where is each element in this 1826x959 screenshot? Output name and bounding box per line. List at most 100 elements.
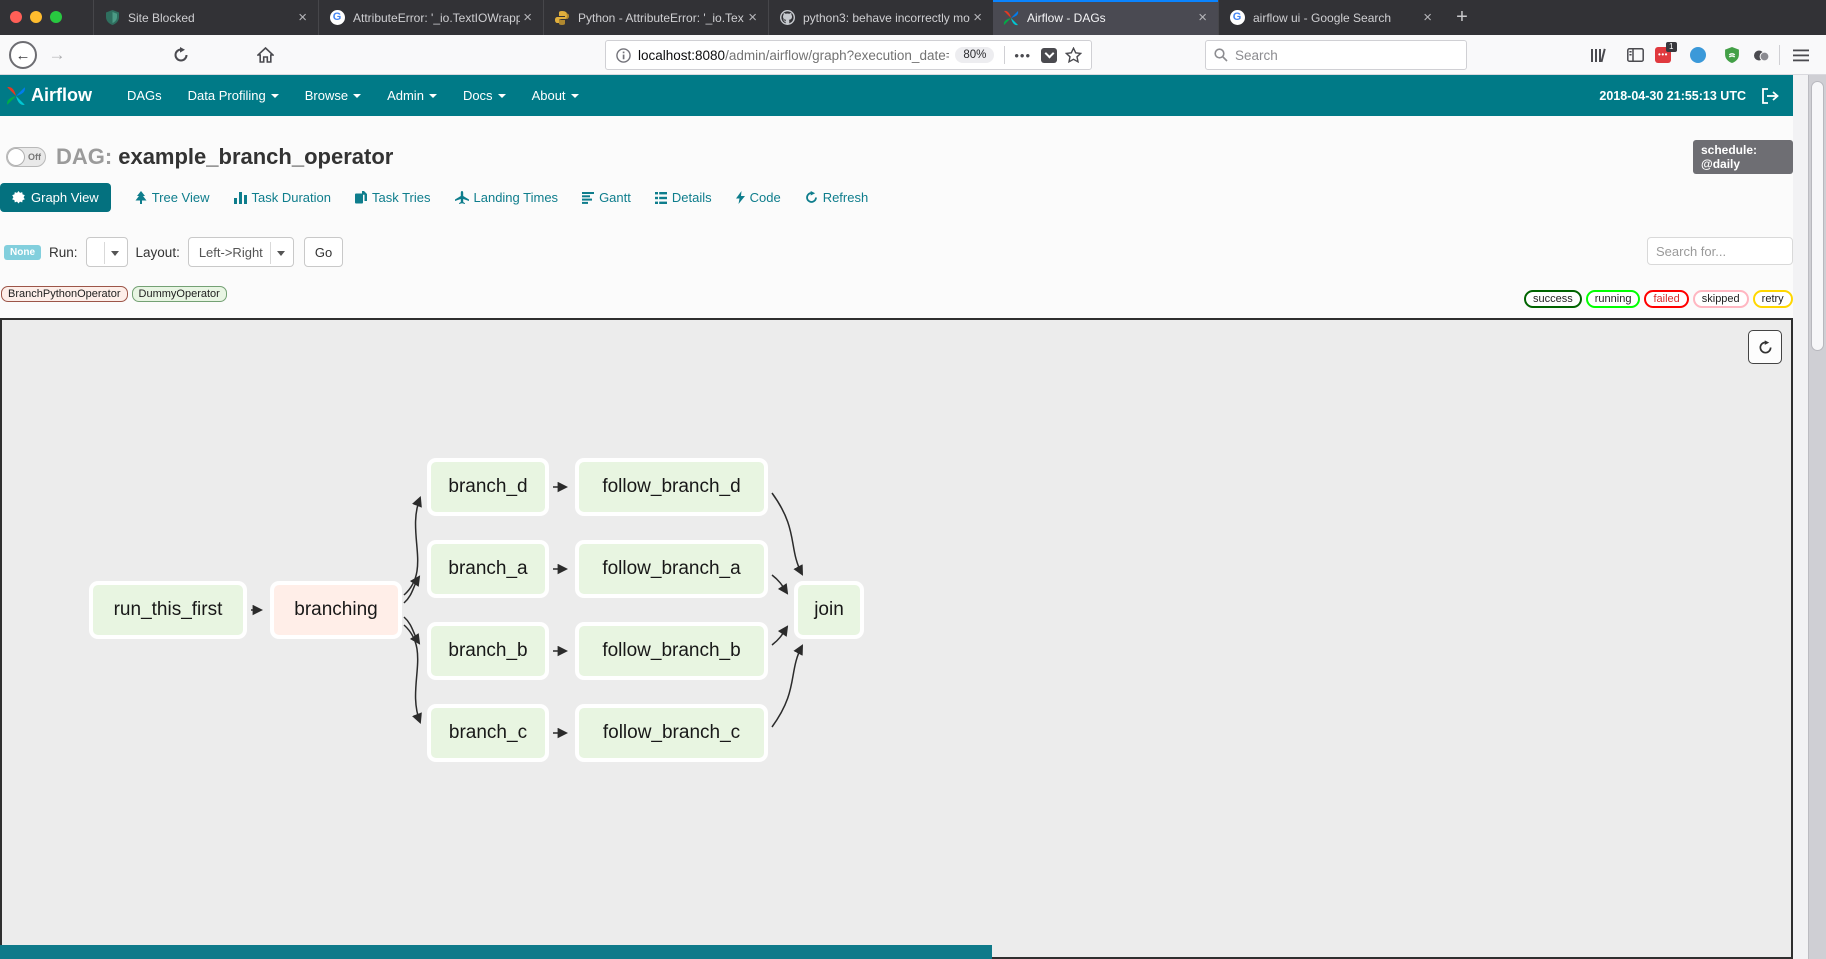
tab-close-icon[interactable]: × <box>1420 9 1435 26</box>
tab-attributeerror-search[interactable]: G AttributeError: '_io.TextIOWrapp × <box>318 0 543 35</box>
node-label: follow_branch_d <box>602 476 740 498</box>
task-duration-link[interactable]: Task Duration <box>234 190 331 205</box>
notification-badge: 1 <box>1666 42 1677 52</box>
run-label: Run: <box>49 245 78 260</box>
window-minimize-button[interactable] <box>30 11 42 23</box>
dag-node-follow_branch_d[interactable]: follow_branch_d <box>575 458 768 516</box>
graph-refresh-button[interactable] <box>1748 330 1782 364</box>
tab-close-icon[interactable]: × <box>520 9 535 26</box>
dag-pause-toggle[interactable]: Off <box>6 147 46 167</box>
plane-icon <box>455 191 469 204</box>
tree-view-link[interactable]: Tree View <box>135 190 210 205</box>
tab-site-blocked[interactable]: Site Blocked × <box>93 0 318 35</box>
layout-select[interactable]: Left->Right <box>188 237 294 267</box>
code-link[interactable]: Code <box>736 190 781 205</box>
menu-admin[interactable]: Admin <box>374 75 450 116</box>
legend-success: success <box>1524 290 1582 308</box>
dag-node-branch_c[interactable]: branch_c <box>427 704 549 762</box>
legend-failed: failed <box>1644 290 1688 308</box>
window-close-button[interactable] <box>10 11 22 23</box>
reload-icon <box>173 47 189 63</box>
run-select[interactable] <box>86 237 128 267</box>
dag-node-branching[interactable]: branching <box>270 581 402 639</box>
tab-github-issue[interactable]: python3: behave incorrectly mo × <box>768 0 993 35</box>
overlapping-circles-icon <box>1753 48 1770 63</box>
details-link[interactable]: Details <box>655 190 712 205</box>
scrollbar[interactable] <box>1808 75 1826 959</box>
tab-close-icon[interactable]: × <box>1195 9 1210 26</box>
airflow-brand[interactable]: Airflow <box>6 85 92 106</box>
legend-running: running <box>1586 290 1641 308</box>
dag-graph-canvas[interactable]: run_this_first branching branch_d follow… <box>0 318 1793 959</box>
go-button[interactable]: Go <box>304 237 343 267</box>
home-button[interactable] <box>250 40 280 70</box>
browser-search-bar[interactable] <box>1205 40 1467 70</box>
logout-icon[interactable] <box>1762 88 1779 104</box>
menu-dags[interactable]: DAGs <box>114 75 175 116</box>
view-buttons-row: Graph View Tree View Task Duration Task … <box>0 183 868 212</box>
tab-airflow-ui-search[interactable]: G airflow ui - Google Search × <box>1218 0 1443 35</box>
tab-close-icon[interactable]: × <box>295 9 310 26</box>
dag-node-branch_b[interactable]: branch_b <box>427 622 549 680</box>
chevron-down-icon <box>429 94 437 98</box>
extension-adblock-button[interactable]: •••1 <box>1648 40 1678 70</box>
menu-button[interactable] <box>1786 40 1816 70</box>
graph-view-button[interactable]: Graph View <box>0 183 111 212</box>
gantt-link[interactable]: Gantt <box>582 190 631 205</box>
scrollbar-thumb[interactable] <box>1811 81 1824 351</box>
brand-name: Airflow <box>31 85 92 106</box>
page-actions-icon[interactable]: ••• <box>1014 48 1031 63</box>
dag-node-branch_d[interactable]: branch_d <box>427 458 549 516</box>
dag-node-run_this_first[interactable]: run_this_first <box>89 581 247 639</box>
schedule-badge: schedule: @daily <box>1693 140 1793 174</box>
new-tab-button[interactable]: + <box>1448 4 1476 32</box>
tree-icon <box>135 191 147 204</box>
tab-close-icon[interactable]: × <box>745 9 760 26</box>
extension-shield-button[interactable] <box>1717 40 1747 70</box>
reload-button[interactable] <box>166 40 196 70</box>
forward-button[interactable]: → <box>42 40 72 70</box>
tab-title: Airflow - DAGs <box>1027 11 1195 25</box>
sidebars-button[interactable] <box>1620 40 1650 70</box>
google-icon: G <box>329 10 345 26</box>
dag-node-follow_branch_a[interactable]: follow_branch_a <box>575 540 768 598</box>
extension-circles-button[interactable] <box>1746 40 1776 70</box>
legend-row: BranchPythonOperator DummyOperator succe… <box>0 286 1793 306</box>
page-info-icon[interactable] <box>616 48 631 63</box>
url-bar[interactable]: localhost:8080/admin/airflow/graph?execu… <box>605 40 1092 70</box>
back-button[interactable]: ← <box>8 40 38 70</box>
dag-node-follow_branch_b[interactable]: follow_branch_b <box>575 622 768 680</box>
dag-node-follow_branch_c[interactable]: follow_branch_c <box>575 704 768 762</box>
task-search-input[interactable] <box>1647 237 1793 265</box>
menu-browse[interactable]: Browse <box>292 75 374 116</box>
zoom-level-badge[interactable]: 80% <box>955 47 994 63</box>
pocket-save-icon[interactable] <box>1041 48 1057 63</box>
adblock-icon: •••1 <box>1655 47 1671 63</box>
dag-node-join[interactable]: join <box>794 581 864 639</box>
node-label: follow_branch_a <box>602 558 740 580</box>
landing-times-link[interactable]: Landing Times <box>455 190 559 205</box>
menu-docs[interactable]: Docs <box>450 75 519 116</box>
chevron-down-icon <box>353 94 361 98</box>
window-zoom-button[interactable] <box>50 11 62 23</box>
url-text[interactable]: localhost:8080/admin/airflow/graph?execu… <box>638 48 949 63</box>
macos-window-controls <box>10 11 62 23</box>
toggle-off-label: Off <box>25 152 41 162</box>
menu-data-profiling[interactable]: Data Profiling <box>175 75 292 116</box>
tab-close-icon[interactable]: × <box>970 9 985 26</box>
tab-airflow-dags[interactable]: Airflow - DAGs × <box>993 0 1218 35</box>
menu-about[interactable]: About <box>519 75 592 116</box>
browser-search-input[interactable] <box>1235 48 1435 63</box>
bookmark-star-icon[interactable] <box>1065 47 1082 63</box>
chevron-down-icon <box>271 94 279 98</box>
home-icon <box>257 47 274 63</box>
dag-node-branch_a[interactable]: branch_a <box>427 540 549 598</box>
refresh-link[interactable]: Refresh <box>805 190 869 205</box>
tab-bar: Site Blocked × G AttributeError: '_io.Te… <box>0 0 1826 35</box>
certificate-icon <box>12 191 25 204</box>
tab-python-stackoverflow[interactable]: Python - AttributeError: '_io.Tex × <box>543 0 768 35</box>
task-tries-link[interactable]: Task Tries <box>355 190 431 205</box>
legend-retry: retry <box>1753 290 1793 308</box>
library-button[interactable] <box>1583 40 1613 70</box>
extension-blue-button[interactable] <box>1683 40 1713 70</box>
